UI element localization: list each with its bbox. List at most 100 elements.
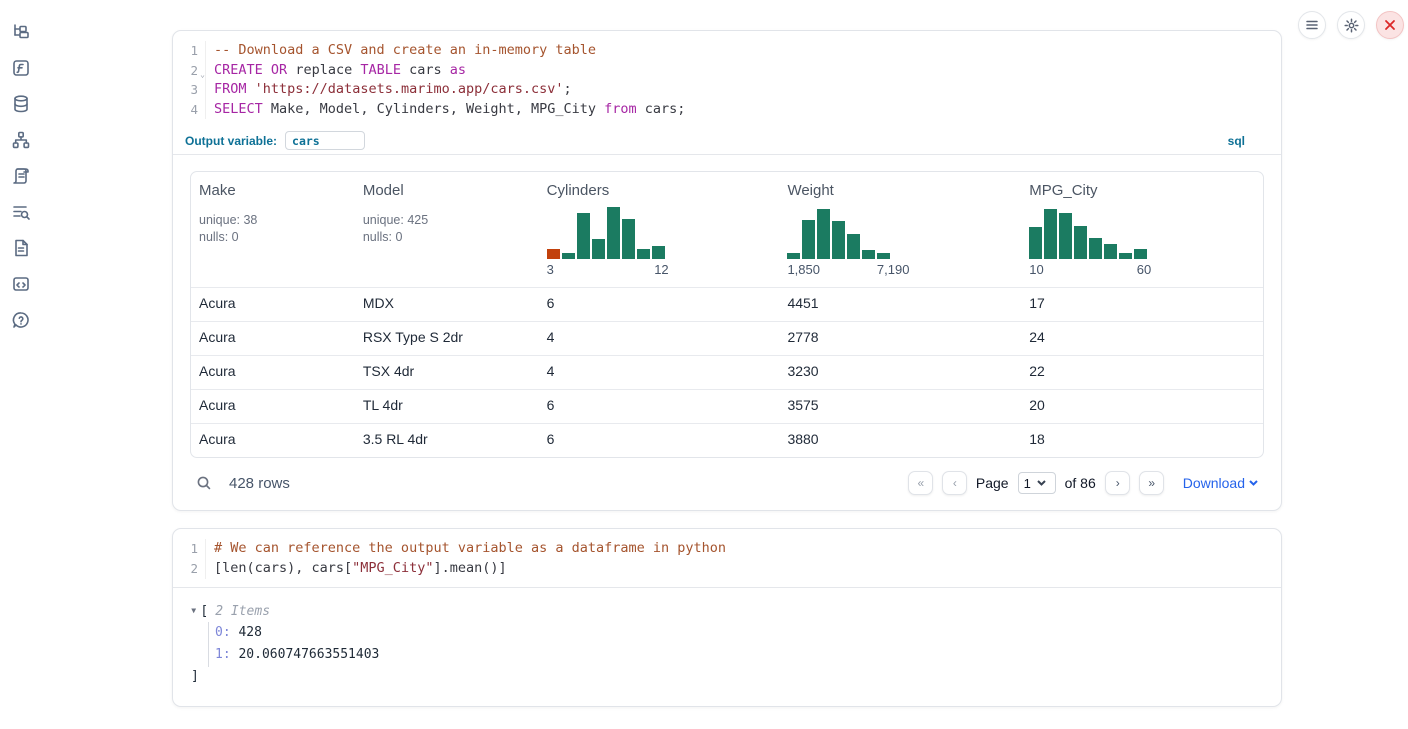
histogram-bar <box>1074 226 1087 259</box>
sql-cell-output: Make unique: 38nulls: 0Modelunique: 425nu… <box>173 155 1281 510</box>
histogram-bar <box>1104 244 1117 259</box>
table-cell: 6 <box>539 288 780 321</box>
search-icon[interactable] <box>196 475 213 492</box>
histogram-bar <box>1134 249 1147 259</box>
logs-icon[interactable] <box>11 202 31 222</box>
histogram-bar <box>652 246 665 259</box>
variables-icon[interactable] <box>11 58 31 78</box>
table-cell: TSX 4dr <box>355 356 539 389</box>
output-variable-input[interactable] <box>285 131 365 150</box>
histogram-bar <box>1029 227 1042 259</box>
table-cell: 3575 <box>779 390 1021 423</box>
page-select-value: 1 <box>1024 476 1031 491</box>
histogram-bar <box>637 249 650 259</box>
table-cell: 6 <box>539 424 780 457</box>
column-stats: unique: 38nulls: 0 <box>199 212 347 246</box>
histogram-bar <box>1089 238 1102 259</box>
language-badge[interactable]: sql <box>1228 134 1245 148</box>
file-explorer-icon[interactable] <box>11 22 31 42</box>
prev-page-button[interactable]: ‹ <box>942 471 967 495</box>
notebook-actions <box>1298 11 1404 39</box>
sql-code[interactable]: -- Download a CSV and create an in-memor… <box>206 41 1281 119</box>
table-cell: 4 <box>539 322 780 355</box>
python-code-editor[interactable]: 12 # We can reference the output variabl… <box>173 529 1281 586</box>
table-cell: 20 <box>1021 390 1263 423</box>
column-header[interactable]: Weight1,8507,190 <box>779 172 1021 287</box>
column-header[interactable]: Make unique: 38nulls: 0 <box>191 172 355 287</box>
tree-collapse-caret[interactable]: ▼ <box>191 607 196 616</box>
table-cell: Acura <box>191 356 355 389</box>
histogram-bar <box>607 207 620 259</box>
table-cell: 3230 <box>779 356 1021 389</box>
column-title: Cylinders <box>547 182 772 199</box>
histogram-bar <box>577 213 590 259</box>
column-header[interactable]: MPG_City 1060 <box>1021 172 1263 287</box>
code-line: # We can reference the output variable a… <box>214 539 1281 559</box>
code-line: [len(cars), cars["MPG_City"].mean()] <box>214 559 1281 579</box>
sql-output-variable-row: Output variable: sql <box>173 127 1281 155</box>
histogram-bar <box>847 234 860 259</box>
column-title: MPG_City <box>1029 182 1255 199</box>
snippets-icon[interactable] <box>11 274 31 294</box>
table-cell: Acura <box>191 390 355 423</box>
python-cell-output: ▼ [ 2 Items 0: 4281: 20.060747663551403 … <box>173 588 1281 706</box>
code-line: -- Download a CSV and create an in-memor… <box>214 41 1281 61</box>
page-select[interactable]: 1 <box>1018 472 1056 494</box>
column-header[interactable]: Cylinders312 <box>539 172 780 287</box>
gear-icon <box>1344 18 1359 33</box>
sql-line-numbers: 12⌄34 <box>173 41 206 119</box>
last-page-button[interactable]: » <box>1139 471 1164 495</box>
left-sidebar <box>11 22 31 330</box>
table-cell: 6 <box>539 390 780 423</box>
table-row: AcuraTL 4dr6357520 <box>191 389 1263 423</box>
help-icon[interactable] <box>11 310 31 330</box>
line-number: 2 <box>173 559 198 579</box>
line-number: 4 <box>173 100 198 120</box>
column-stats: unique: 425nulls: 0 <box>363 212 531 246</box>
histogram-bar <box>547 249 560 259</box>
table-cell: MDX <box>355 288 539 321</box>
histogram-bar <box>1059 213 1072 259</box>
table-footer: 428 rows « ‹ Page 1 of 86 › » Download <box>190 458 1264 502</box>
sql-code-editor[interactable]: 12⌄34 -- Download a CSV and create an in… <box>173 31 1281 127</box>
histogram-bar <box>562 253 575 259</box>
fold-caret-icon[interactable]: ⌄ <box>200 65 205 85</box>
download-label: Download <box>1183 475 1245 491</box>
table-cell: 3.5 RL 4dr <box>355 424 539 457</box>
line-number: 2⌄ <box>173 61 198 81</box>
python-code[interactable]: # We can reference the output variable a… <box>206 539 1281 578</box>
settings-button[interactable] <box>1337 11 1365 39</box>
table-cell: RSX Type S 2dr <box>355 322 539 355</box>
table-cell: Acura <box>191 322 355 355</box>
table-body: AcuraMDX6445117AcuraRSX Type S 2dr427782… <box>191 287 1263 457</box>
menu-button[interactable] <box>1298 11 1326 39</box>
tree-item: 0: 428 <box>215 622 1263 645</box>
datasources-icon[interactable] <box>11 94 31 114</box>
close-button[interactable] <box>1376 11 1404 39</box>
row-count: 428 rows <box>229 475 290 492</box>
dependency-graph-icon[interactable] <box>11 130 31 150</box>
page-label: Page <box>976 475 1009 491</box>
histogram-axis: 1060 <box>1029 262 1151 277</box>
table-cell: Acura <box>191 424 355 457</box>
column-header[interactable]: Modelunique: 425nulls: 0 <box>355 172 539 287</box>
histogram-bar <box>817 209 830 259</box>
python-line-numbers: 12 <box>173 539 206 578</box>
next-page-button[interactable]: › <box>1105 471 1130 495</box>
column-title: Make <box>199 182 347 199</box>
python-cell: 12 # We can reference the output variabl… <box>172 528 1282 706</box>
download-button[interactable]: Download <box>1183 475 1258 491</box>
histogram-bar <box>592 239 605 259</box>
column-histogram: 1,8507,190 <box>787 207 909 277</box>
documentation-icon[interactable] <box>11 238 31 258</box>
first-page-button[interactable]: « <box>908 471 933 495</box>
histogram-bar <box>877 253 890 259</box>
chevron-down-icon <box>1037 480 1046 486</box>
code-line: SELECT Make, Model, Cylinders, Weight, M… <box>214 100 1281 120</box>
table-row: AcuraMDX6445117 <box>191 287 1263 321</box>
scratchpad-icon[interactable] <box>11 166 31 186</box>
data-table: Make unique: 38nulls: 0Modelunique: 425nu… <box>190 171 1264 458</box>
table-row: AcuraTSX 4dr4323022 <box>191 355 1263 389</box>
tree-close-bracket: ] <box>191 669 1263 684</box>
code-line: FROM 'https://datasets.marimo.app/cars.c… <box>214 80 1281 100</box>
